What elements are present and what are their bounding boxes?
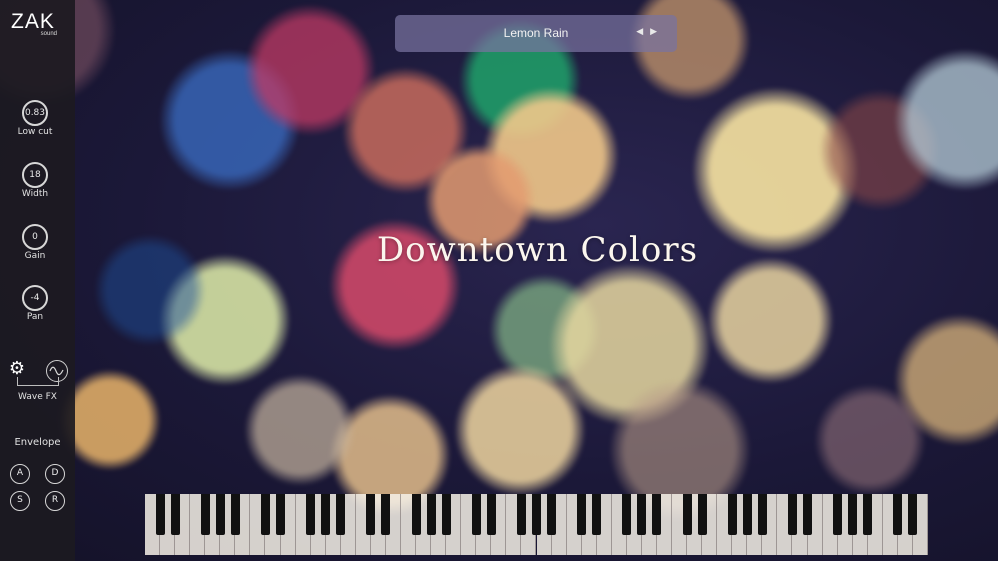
bokeh-orb <box>245 375 355 485</box>
black-key[interactable] <box>411 494 421 535</box>
black-key[interactable] <box>863 494 873 535</box>
black-key[interactable] <box>637 494 647 535</box>
bokeh-orb <box>455 365 585 495</box>
bokeh-orb <box>815 385 925 495</box>
low-cut-value: 0.83 <box>24 108 46 118</box>
width-value: 18 <box>29 170 41 180</box>
wave-fx-bracket <box>17 377 59 386</box>
pan-value: -4 <box>30 293 40 303</box>
black-key[interactable] <box>547 494 557 535</box>
black-key[interactable] <box>306 494 316 535</box>
instrument-title: Downtown Colors <box>376 230 699 270</box>
black-key[interactable] <box>622 494 632 535</box>
black-key[interactable] <box>532 494 541 535</box>
width-knob[interactable]: 18 <box>22 162 48 188</box>
logo-text: ZAK <box>11 10 55 33</box>
black-key[interactable] <box>893 494 903 535</box>
sustain-knob[interactable]: S <box>10 491 30 511</box>
logo-subtitle: sound <box>40 31 57 37</box>
black-key[interactable] <box>742 494 752 535</box>
black-key[interactable] <box>215 494 225 535</box>
black-key[interactable] <box>441 494 451 535</box>
envelope-title: Envelope <box>14 437 61 448</box>
low-cut-label: Low cut <box>17 127 53 137</box>
black-key[interactable] <box>787 494 797 535</box>
black-key[interactable] <box>155 494 165 535</box>
black-key[interactable] <box>757 494 767 535</box>
black-key[interactable] <box>516 494 526 535</box>
pan-knob[interactable]: -4 <box>22 285 48 311</box>
black-key[interactable] <box>592 494 602 535</box>
black-key[interactable] <box>471 494 481 535</box>
black-key[interactable] <box>200 494 210 535</box>
black-key[interactable] <box>336 494 346 535</box>
preset-selector[interactable]: Lemon Rain ◀ ▶ <box>395 15 677 52</box>
black-key[interactable] <box>833 494 843 535</box>
black-key[interactable] <box>697 494 707 535</box>
black-key[interactable] <box>652 494 662 535</box>
black-key[interactable] <box>426 494 436 535</box>
low-cut-knob[interactable]: 0.83 <box>22 100 48 126</box>
bokeh-orb <box>60 370 160 470</box>
piano-keyboard[interactable] <box>145 494 928 555</box>
black-key[interactable] <box>486 494 496 535</box>
black-key[interactable] <box>170 494 180 535</box>
black-key[interactable] <box>908 494 918 535</box>
black-key[interactable] <box>366 494 376 535</box>
black-key[interactable] <box>230 494 240 535</box>
black-key[interactable] <box>803 494 813 535</box>
black-key[interactable] <box>727 494 737 535</box>
wave-fx-label: Wave FX <box>18 392 57 402</box>
bokeh-orb <box>707 257 833 383</box>
black-key[interactable] <box>682 494 692 535</box>
attack-knob[interactable]: A <box>10 464 30 484</box>
gear-icon[interactable]: ⚙ <box>8 360 26 378</box>
sidebar: ZAK sound 0.83 Low cut 18 Width 0 Gain -… <box>0 0 75 561</box>
black-key[interactable] <box>381 494 391 535</box>
preset-name: Lemon Rain <box>503 26 569 40</box>
brand-logo: ZAK sound <box>11 10 61 37</box>
preset-arrows-icon[interactable]: ◀ ▶ <box>636 27 659 37</box>
black-key[interactable] <box>321 494 331 535</box>
black-key[interactable] <box>260 494 270 535</box>
black-key[interactable] <box>577 494 587 535</box>
background-bokeh <box>0 0 998 561</box>
black-key[interactable] <box>276 494 286 535</box>
release-knob[interactable]: R <box>45 491 65 511</box>
decay-knob[interactable]: D <box>45 464 65 484</box>
width-label: Width <box>21 189 49 199</box>
black-key[interactable] <box>848 494 858 535</box>
pan-label: Pan <box>26 312 44 322</box>
